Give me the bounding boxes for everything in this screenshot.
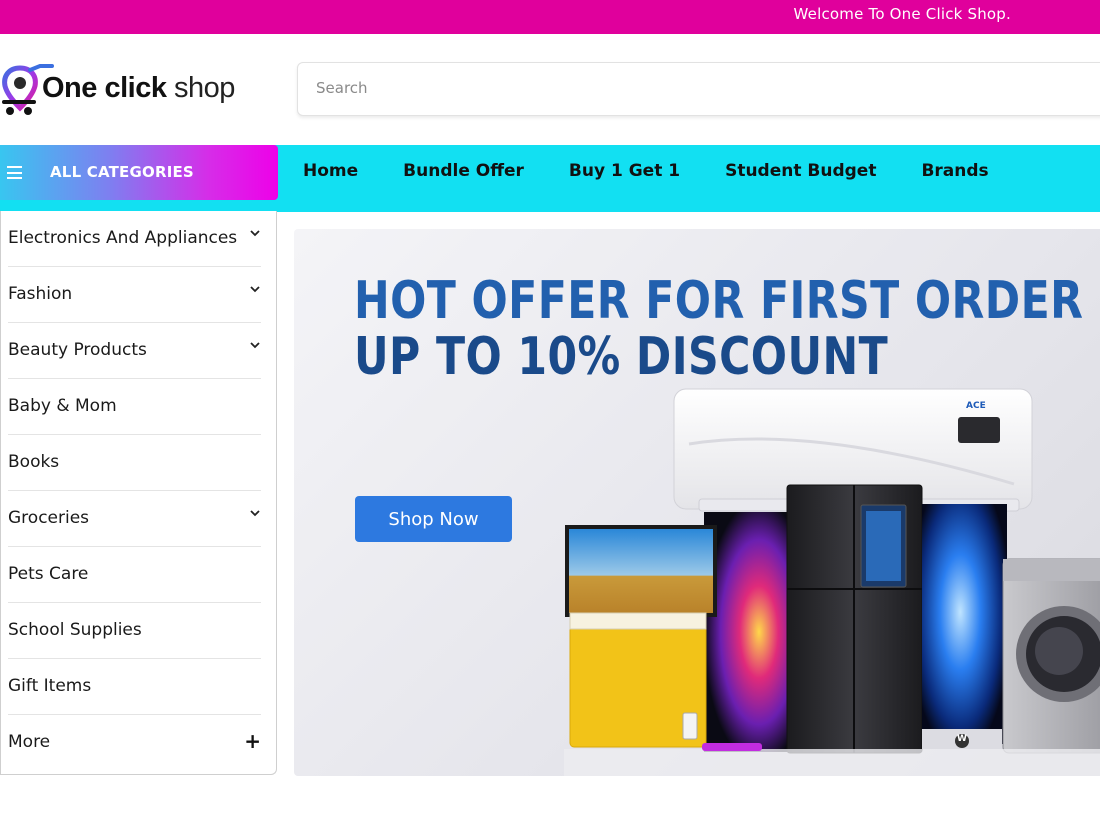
category-label: More (8, 732, 51, 752)
category-pets-care[interactable]: Pets Care (8, 547, 261, 603)
all-categories-label: ALL CATEGORIES (50, 163, 194, 181)
category-beauty[interactable]: Beauty Products (8, 323, 261, 379)
ac-brand-label: ACE (966, 401, 986, 411)
category-groceries[interactable]: Groceries (8, 491, 261, 547)
category-label: Books (8, 452, 60, 472)
category-gift-items[interactable]: Gift Items (8, 659, 261, 715)
category-school-supplies[interactable]: School Supplies (8, 603, 261, 659)
nav-links: Home Bundle Offer Buy 1 Get 1 Student Bu… (303, 161, 1034, 181)
tv-brand-badge: W (957, 734, 967, 744)
category-books[interactable]: Books (8, 435, 261, 491)
hero-banner[interactable]: HOT OFFER FOR FIRST ORDER UP TO 10% DISC… (294, 229, 1100, 776)
welcome-text: Welcome To One Click Shop. (793, 5, 1011, 23)
category-label: Gift Items (8, 676, 92, 696)
category-electronics[interactable]: Electronics And Appliances (8, 211, 261, 267)
brand-light: shop (174, 72, 235, 104)
brand-bold: One click (42, 72, 167, 104)
category-label: Groceries (8, 508, 90, 528)
category-fashion[interactable]: Fashion (8, 267, 261, 323)
menu-icon (7, 166, 22, 179)
chevron-down-icon[interactable] (249, 283, 261, 295)
nav-buy-1-get-1[interactable]: Buy 1 Get 1 (569, 161, 680, 181)
brand-name: One click shop (42, 72, 235, 105)
welcome-bar: Welcome To One Click Shop. (0, 0, 1100, 34)
category-sidebar: Electronics And Appliances Fashion Beaut… (0, 211, 277, 775)
category-label: School Supplies (8, 620, 142, 640)
category-label: Electronics And Appliances (8, 228, 238, 248)
category-label: Beauty Products (8, 340, 147, 360)
chevron-down-icon[interactable] (249, 339, 261, 351)
search-bar (297, 62, 1100, 116)
category-label: Baby & Mom (8, 396, 117, 416)
category-label: Fashion (8, 284, 73, 304)
nav-home[interactable]: Home (303, 161, 358, 181)
chevron-down-icon[interactable] (249, 507, 261, 519)
category-baby-mom[interactable]: Baby & Mom (8, 379, 261, 435)
appliances-image (564, 388, 1100, 776)
plus-icon[interactable]: + (244, 729, 261, 753)
search-input[interactable] (314, 78, 918, 98)
all-categories-button[interactable]: ALL CATEGORIES (0, 145, 278, 200)
chevron-down-icon[interactable] (249, 227, 261, 239)
nav-student-budget[interactable]: Student Budget (725, 161, 876, 181)
category-more[interactable]: More + (8, 715, 261, 771)
nav-brands[interactable]: Brands (921, 161, 988, 181)
nav-bundle-offer[interactable]: Bundle Offer (403, 161, 524, 181)
category-label: Pets Care (8, 564, 89, 584)
site-logo[interactable]: One click shop (0, 62, 270, 116)
